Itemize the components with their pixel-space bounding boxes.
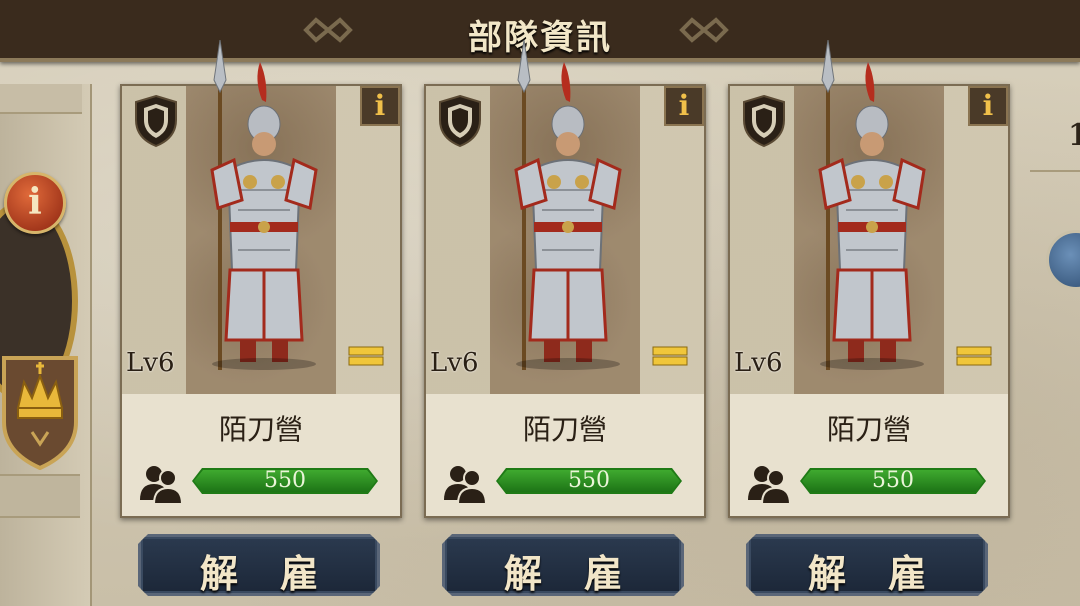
troops-icon bbox=[748, 466, 790, 504]
shield-icon bbox=[135, 94, 177, 148]
unit-info-button[interactable]: i bbox=[664, 86, 704, 126]
soldier-figure bbox=[210, 40, 318, 370]
troop-count-bar: 550 bbox=[192, 468, 378, 494]
troop-count: 550 bbox=[872, 468, 914, 493]
unit-name: 陌刀營 bbox=[826, 413, 911, 446]
troop-count: 550 bbox=[568, 468, 610, 493]
unit-card[interactable]: i Lv6 陌刀營 550 bbox=[728, 40, 1010, 518]
troops-icon bbox=[140, 466, 182, 504]
troops-icon bbox=[444, 466, 486, 504]
right-panel-partial-text: 1 bbox=[1068, 118, 1080, 153]
troop-count-bar: 550 bbox=[800, 468, 986, 494]
rank-bars-icon bbox=[956, 346, 992, 366]
left-panel-footer bbox=[0, 474, 80, 518]
left-panel-header bbox=[0, 84, 82, 114]
troop-count: 550 bbox=[264, 468, 306, 493]
unit-name: 陌刀營 bbox=[218, 413, 303, 446]
unit-info-button[interactable]: i bbox=[968, 86, 1008, 126]
soldier-figure bbox=[514, 40, 622, 370]
unit-card[interactable]: i Lv6 陌刀營 550 bbox=[120, 40, 402, 518]
left-info-button[interactable]: i bbox=[4, 172, 66, 234]
dismiss-button-label: 解雇 bbox=[199, 551, 360, 596]
right-panel-divider bbox=[1030, 170, 1080, 172]
unit-level: Lv6 bbox=[734, 348, 783, 378]
unit-level: Lv6 bbox=[430, 348, 479, 378]
dismiss-button[interactable]: 解雇 bbox=[138, 534, 380, 596]
dismiss-button[interactable]: 解雇 bbox=[746, 534, 988, 596]
unit-info-button[interactable]: i bbox=[360, 86, 400, 126]
dismiss-button[interactable]: 解雇 bbox=[442, 534, 684, 596]
dismiss-button-label: 解雇 bbox=[503, 551, 664, 596]
troop-count-bar: 550 bbox=[496, 468, 682, 494]
shield-icon bbox=[439, 94, 481, 148]
soldier-figure bbox=[818, 40, 926, 370]
dismiss-button-label: 解雇 bbox=[807, 551, 968, 596]
rank-bars-icon bbox=[348, 346, 384, 366]
unit-card[interactable]: i Lv6 陌刀營 550 bbox=[424, 40, 706, 518]
rank-bars-icon bbox=[652, 346, 688, 366]
unit-name: 陌刀營 bbox=[522, 413, 607, 446]
ornament-knot-icon bbox=[679, 17, 729, 43]
unit-level: Lv6 bbox=[126, 348, 175, 378]
crown-crest-icon bbox=[1, 356, 78, 470]
shield-icon bbox=[743, 94, 785, 148]
